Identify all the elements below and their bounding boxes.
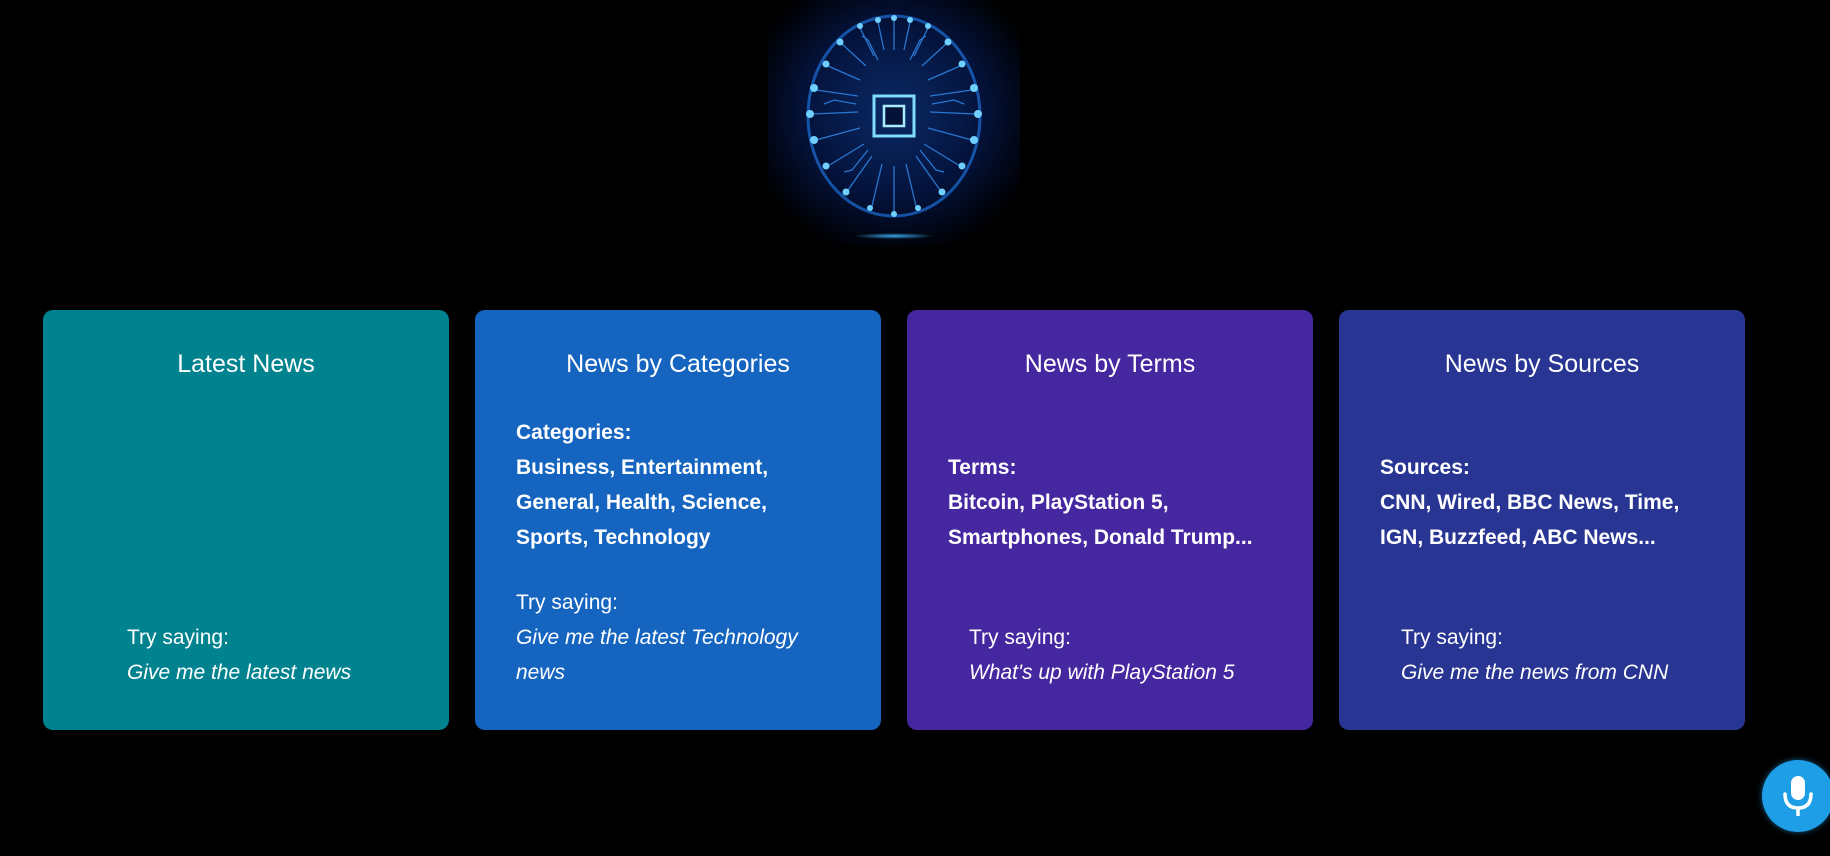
try-saying: Try saying: Give me the latest Technolog…: [516, 585, 798, 690]
card-news-by-categories: News by Categories Categories: Business,…: [475, 310, 881, 730]
try-saying-example: Give me the news from CNN: [1401, 661, 1669, 684]
card-news-by-terms: News by Terms Terms: Bitcoin, PlayStatio…: [907, 310, 1313, 730]
card-title: News by Sources: [1444, 350, 1640, 378]
try-saying: Try saying: Give me the latest news: [127, 620, 351, 690]
brain-logo: [768, 0, 1020, 246]
try-saying: Try saying: What's up with PlayStation 5: [969, 620, 1234, 690]
card-latest-news: Latest News Try saying: Give me the late…: [43, 310, 449, 730]
info-line: Bitcoin, PlayStation 5,: [948, 491, 1169, 514]
info-heading: Categories:: [516, 421, 632, 444]
try-saying-label: Try saying:: [516, 591, 618, 614]
try-saying-example: news: [516, 661, 566, 684]
try-saying-label: Try saying:: [969, 626, 1071, 649]
microphone-icon: [1783, 776, 1813, 816]
card-title: Latest News: [177, 350, 315, 378]
info-heading: Sources:: [1380, 456, 1470, 479]
info-line: Smartphones, Donald Trump...: [948, 526, 1253, 549]
info-heading: Terms:: [948, 456, 1017, 479]
try-saying-example: Give me the latest news: [127, 661, 352, 684]
try-saying: Try saying: Give me the news from CNN: [1401, 620, 1668, 690]
categories-info: Categories: Business, Entertainment, Gen…: [516, 415, 768, 555]
try-saying-label: Try saying:: [1401, 626, 1503, 649]
circuit-brain-icon: [768, 0, 1020, 246]
info-line: CNN, Wired, BBC News, Time,: [1380, 491, 1680, 514]
try-saying-example: What's up with PlayStation 5: [969, 661, 1235, 684]
info-line: General, Health, Science,: [516, 491, 767, 514]
microphone-button[interactable]: [1762, 760, 1830, 832]
try-saying-label: Try saying:: [127, 626, 229, 649]
sources-info: Sources: CNN, Wired, BBC News, Time, IGN…: [1380, 450, 1679, 555]
card-title: News by Terms: [1024, 350, 1196, 378]
terms-info: Terms: Bitcoin, PlayStation 5, Smartphon…: [948, 450, 1253, 555]
card-title: News by Categories: [566, 350, 790, 378]
try-saying-example: Give me the latest Technology: [516, 626, 798, 649]
card-news-by-sources: News by Sources Sources: CNN, Wired, BBC…: [1339, 310, 1745, 730]
info-line: Sports, Technology: [516, 526, 711, 549]
info-line: IGN, Buzzfeed, ABC News...: [1380, 526, 1656, 549]
info-line: Business, Entertainment,: [516, 456, 769, 479]
